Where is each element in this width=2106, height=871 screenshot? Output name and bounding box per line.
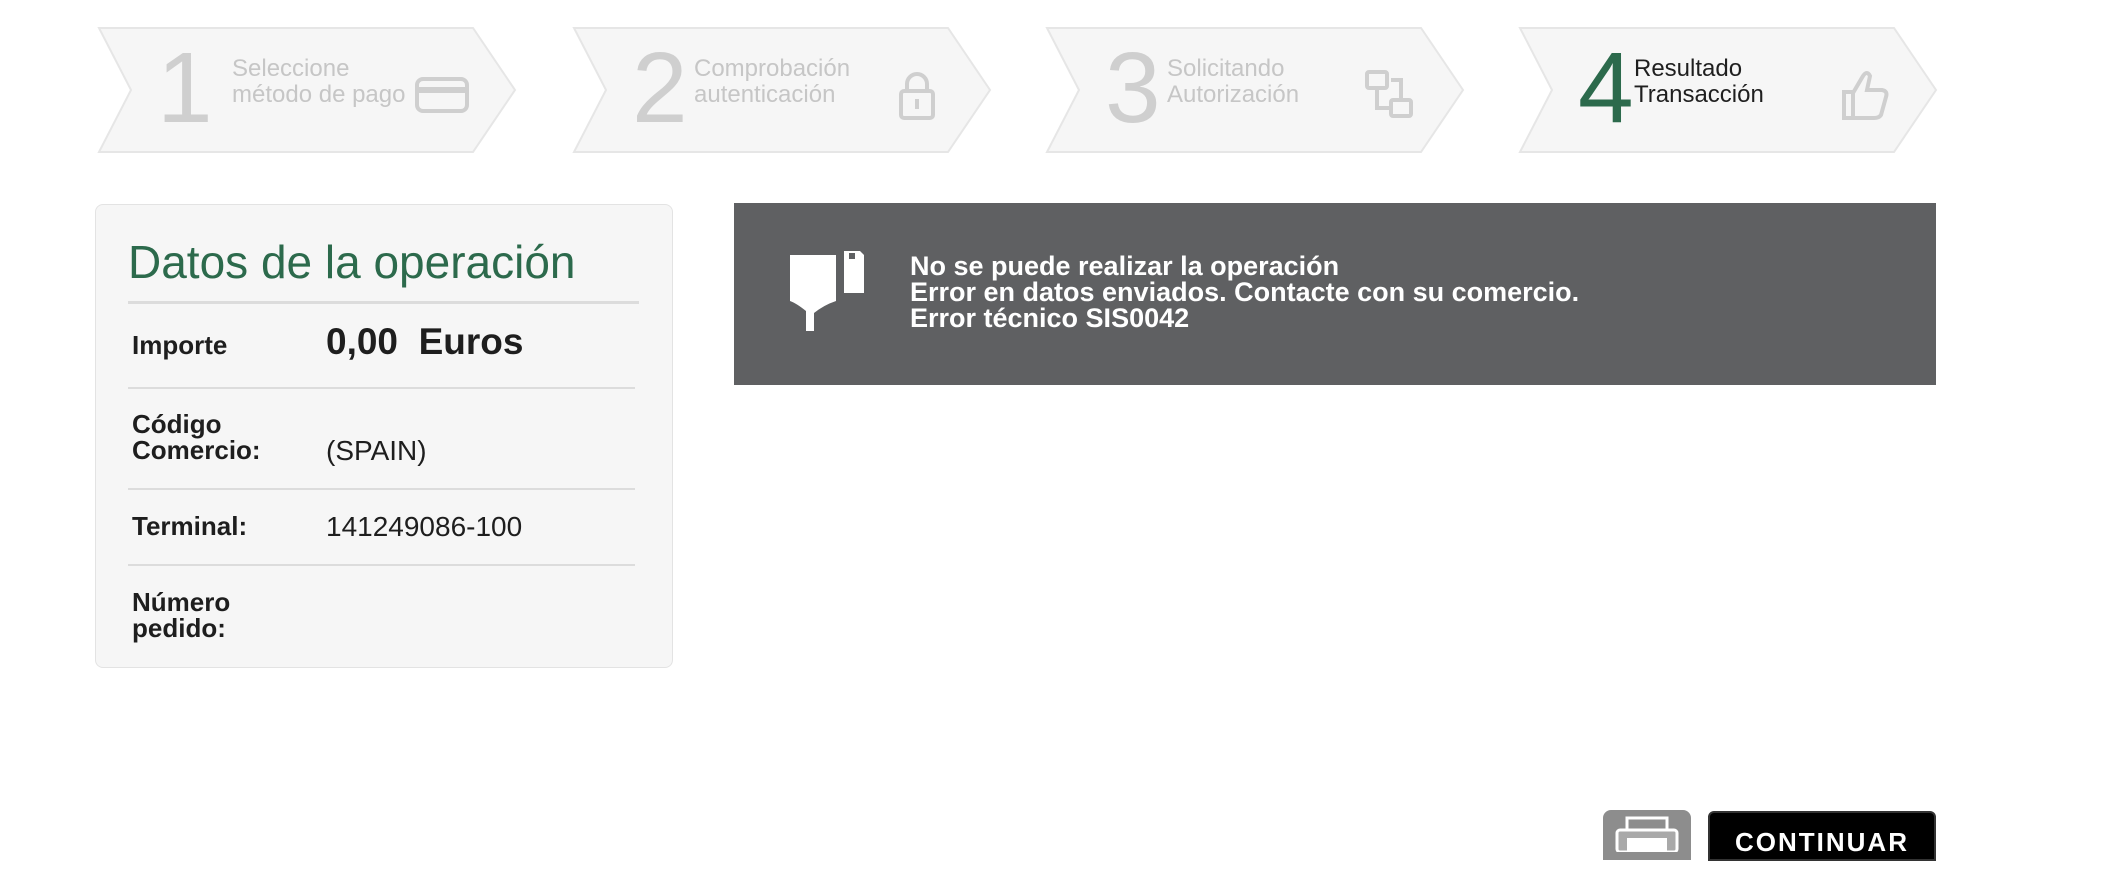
continue-button[interactable]: CONTINUAR bbox=[1708, 811, 1936, 861]
print-button[interactable] bbox=[1603, 810, 1691, 860]
thumbs-up-icon bbox=[1842, 71, 1889, 120]
numero-pedido-label: Número pedido: bbox=[132, 587, 231, 643]
step-number: 4 bbox=[1578, 32, 1634, 144]
error-message: No se puede realizar la operación Error … bbox=[910, 251, 1580, 333]
importe-label: Importe bbox=[132, 330, 228, 360]
step-1: 1 Seleccione método de pago bbox=[95, 26, 517, 154]
terminal-label: Terminal: bbox=[132, 511, 248, 541]
terminal-value: 141249086-100 bbox=[326, 511, 523, 542]
printer-icon bbox=[1615, 816, 1679, 854]
lock-icon bbox=[899, 72, 935, 120]
step-number: 3 bbox=[1105, 32, 1161, 144]
progress-stepper: 1 Seleccione método de pago 2 Comprobaci… bbox=[0, 0, 2106, 160]
credit-card-icon bbox=[415, 77, 469, 113]
step-2: 2 Comprobación autenticación bbox=[570, 26, 992, 154]
divider bbox=[128, 564, 635, 566]
codigo-comercio-label: Código Comercio: bbox=[132, 409, 261, 465]
card-title: Datos de la operación bbox=[128, 236, 576, 288]
importe-value: 0,00 Euros bbox=[326, 321, 524, 362]
thumbs-down-icon bbox=[790, 251, 864, 331]
divider bbox=[128, 488, 635, 490]
step-number: 2 bbox=[632, 32, 688, 144]
divider bbox=[128, 387, 635, 389]
operation-details-card: Datos de la operación Importe 0,00 Euros… bbox=[95, 204, 673, 668]
step-number: 1 bbox=[157, 32, 213, 144]
step-label: Solicitando Autorización bbox=[1167, 55, 1300, 108]
divider bbox=[128, 301, 639, 304]
codigo-comercio-value: (SPAIN) bbox=[326, 435, 427, 466]
transfer-icon bbox=[1365, 70, 1413, 118]
step-label: Comprobación autenticación bbox=[694, 55, 851, 108]
step-label: Seleccione método de pago bbox=[232, 55, 406, 108]
step-4: 4 Resultado Transacción bbox=[1516, 26, 1938, 154]
step-3: 3 Solicitando Autorización bbox=[1043, 26, 1465, 154]
step-label: Resultado Transacción bbox=[1634, 55, 1764, 108]
error-banner: No se puede realizar la operación Error … bbox=[734, 203, 1936, 385]
